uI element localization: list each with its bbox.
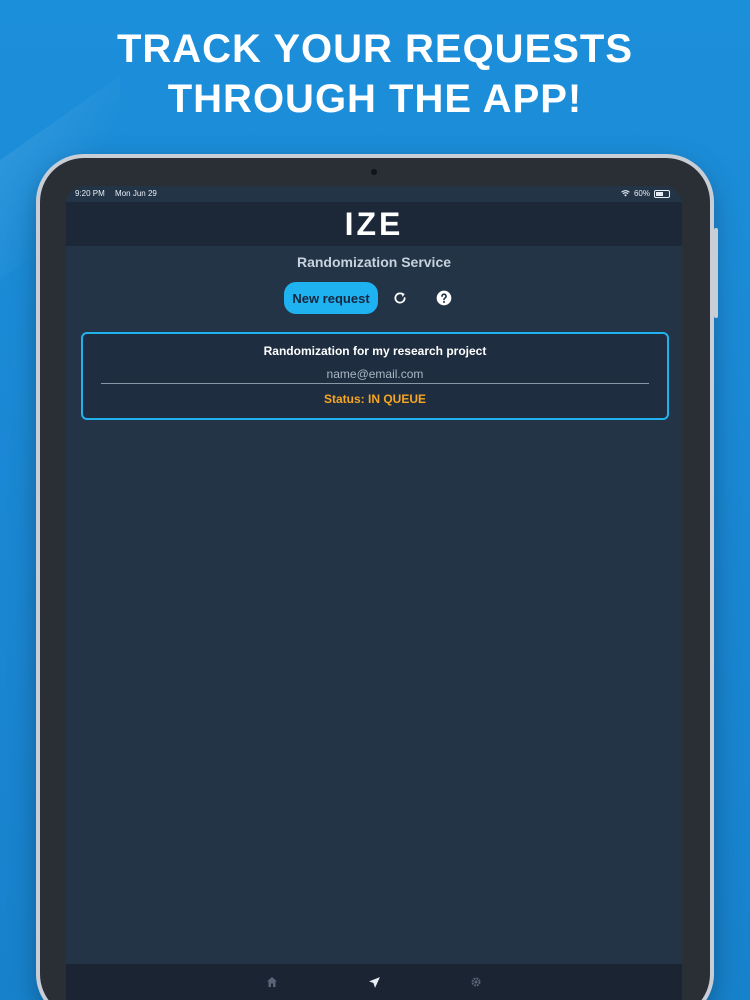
- app-header: IZE: [66, 202, 682, 246]
- battery-percent: 60%: [633, 189, 650, 198]
- app-logo: IZE: [344, 206, 404, 242]
- status-bar: 9:20 PM Mon Jun 29 60%: [66, 186, 682, 202]
- request-title: Randomization for my research project: [263, 344, 487, 358]
- tab-bar: [66, 964, 682, 1000]
- status-left: 9:20 PM Mon Jun 29: [75, 189, 165, 198]
- headline-line-1: TRACK YOUR REQUESTS: [116, 27, 634, 71]
- wifi-icon: [621, 190, 630, 197]
- new-request-button[interactable]: New request: [284, 282, 378, 314]
- marketing-headline: TRACK YOUR REQUESTS THROUGH THE APP!: [0, 24, 750, 124]
- app-screen: 9:20 PM Mon Jun 29 60% IZE Randomization…: [66, 186, 682, 1000]
- request-card[interactable]: Randomization for my research project na…: [81, 332, 669, 420]
- request-email: name@email.com: [101, 367, 649, 384]
- tablet-frame: 9:20 PM Mon Jun 29 60% IZE Randomization…: [40, 158, 718, 1000]
- question-circle-icon[interactable]: [434, 288, 454, 308]
- page-title: Randomization Service: [296, 254, 452, 270]
- headline-line-2: THROUGH THE APP!: [167, 77, 583, 121]
- status-right: 60%: [621, 189, 670, 198]
- home-icon[interactable]: [262, 972, 282, 992]
- gear-icon[interactable]: [466, 972, 486, 992]
- front-camera: [371, 169, 377, 175]
- paper-plane-icon[interactable]: [364, 972, 384, 992]
- action-bar: New request: [66, 282, 682, 314]
- status-badge: Status: IN QUEUE: [323, 392, 426, 406]
- refresh-icon[interactable]: [390, 288, 410, 308]
- status-date: Mon Jun 29: [115, 189, 157, 198]
- status-time: 9:20 PM: [75, 189, 105, 198]
- battery-icon: [654, 189, 670, 198]
